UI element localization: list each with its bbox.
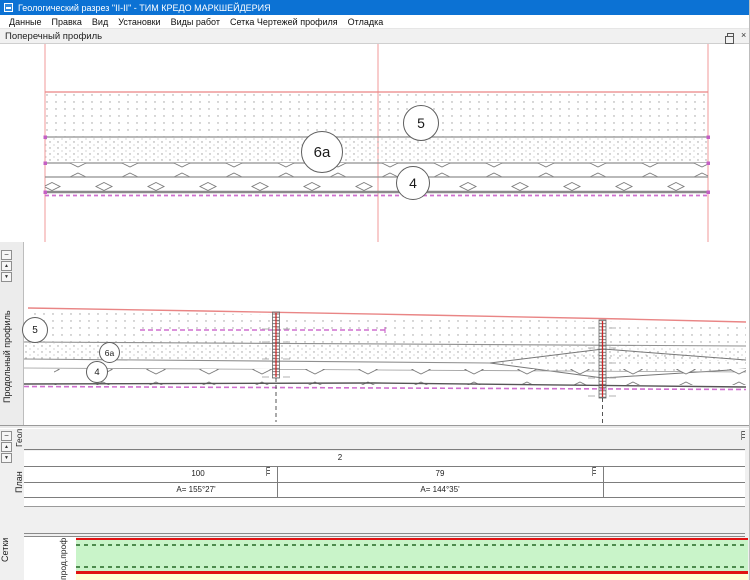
grids-scroll-up-button[interactable]: ▲	[1, 442, 12, 452]
grid-green-dash-top	[76, 544, 748, 546]
layer-label-6a: 6а	[301, 131, 343, 173]
title-bar: Геологический разрез "II-II" - ТИМ КРЕДО…	[0, 0, 750, 15]
window-title: Геологический разрез "II-II" - ТИМ КРЕДО…	[18, 3, 271, 13]
plan-grid-line	[24, 506, 745, 507]
collapse-button[interactable]: −	[1, 250, 12, 260]
grids-panel: − ▲ ▼ Сетки Геол Проект не определен Пла…	[0, 429, 750, 580]
plan-grid-line	[24, 497, 745, 498]
menu-item-setka-chertezhey[interactable]: Сетка Чертежей профиля	[225, 16, 343, 28]
plan-seg1-azimuth: А= 155°27'	[146, 485, 246, 494]
grid-green-dash-bottom	[76, 566, 748, 568]
layer-label-4: 4	[396, 166, 430, 200]
long-layer-label-5: 5	[22, 317, 48, 343]
long-layer-label-4: 4	[86, 361, 108, 383]
prodprof-row-label: прод.проф.	[58, 537, 73, 580]
layer-label-5: 5	[403, 105, 439, 141]
plan-grid-line	[24, 482, 745, 483]
plan-seg2-azimuth: А= 144°35'	[390, 485, 490, 494]
scroll-up-button[interactable]: ▲	[1, 261, 12, 271]
plan-grid-line	[24, 466, 745, 467]
grid-yellow-band	[76, 574, 748, 580]
menu-item-vidy-rabot[interactable]: Виды работ	[166, 16, 225, 28]
long-profile-canvas[interactable]	[24, 242, 750, 425]
geol-row-marker	[741, 431, 745, 440]
float-window-icon[interactable]	[727, 33, 734, 39]
borehole-1	[262, 312, 290, 422]
cross-section-canvas[interactable]: 5 6а 4	[0, 44, 750, 242]
long-profile-panel: − ▲ ▼ Продольный профиль	[0, 242, 750, 425]
plan-grid-divider	[603, 466, 604, 497]
geol-row-label: Геол	[14, 427, 25, 449]
plan-station-flag-2	[592, 467, 596, 476]
geol-double-line	[24, 449, 745, 450]
cross-section-title: Поперечный профиль	[5, 31, 102, 42]
menu-bar: Данные Правка Вид Установки Виды работ С…	[0, 15, 750, 29]
menu-item-pravka[interactable]: Правка	[47, 16, 87, 28]
grids-collapse-button[interactable]: −	[1, 431, 12, 441]
close-icon[interactable]: ×	[741, 31, 747, 40]
menu-item-ustanovki[interactable]: Установки	[113, 16, 165, 28]
long-profile-panel-label: Продольный профиль	[2, 297, 14, 417]
long-profile-strip: − ▲ ▼ Продольный профиль	[0, 242, 24, 425]
prodprof-top-line	[24, 536, 745, 537]
grids-panel-label: Сетки	[0, 524, 12, 576]
cross-section-drawing	[0, 44, 750, 242]
long-layer-label-6a: 6а	[99, 342, 120, 363]
plan-grid-area[interactable]	[24, 451, 745, 507]
menu-item-vid[interactable]: Вид	[87, 16, 113, 28]
plan-seg2-length: 79	[410, 469, 470, 478]
menu-item-otladka[interactable]: Отладка	[343, 16, 389, 28]
plan-seg1-length: 100	[168, 469, 228, 478]
cross-section-caption: Поперечный профиль ×	[0, 29, 750, 44]
app-icon	[4, 3, 13, 12]
grids-scroll-down-button[interactable]: ▼	[1, 453, 12, 463]
menu-item-dannye[interactable]: Данные	[4, 16, 47, 28]
plan-grid-divider	[277, 466, 278, 497]
prodprof-top-line	[24, 533, 745, 534]
application-window: Геологический разрез "II-II" - ТИМ КРЕДО…	[0, 0, 750, 580]
plan-header-value: 2	[320, 453, 360, 462]
plan-station-flag-1	[266, 467, 270, 476]
scroll-down-button[interactable]: ▼	[1, 272, 12, 282]
